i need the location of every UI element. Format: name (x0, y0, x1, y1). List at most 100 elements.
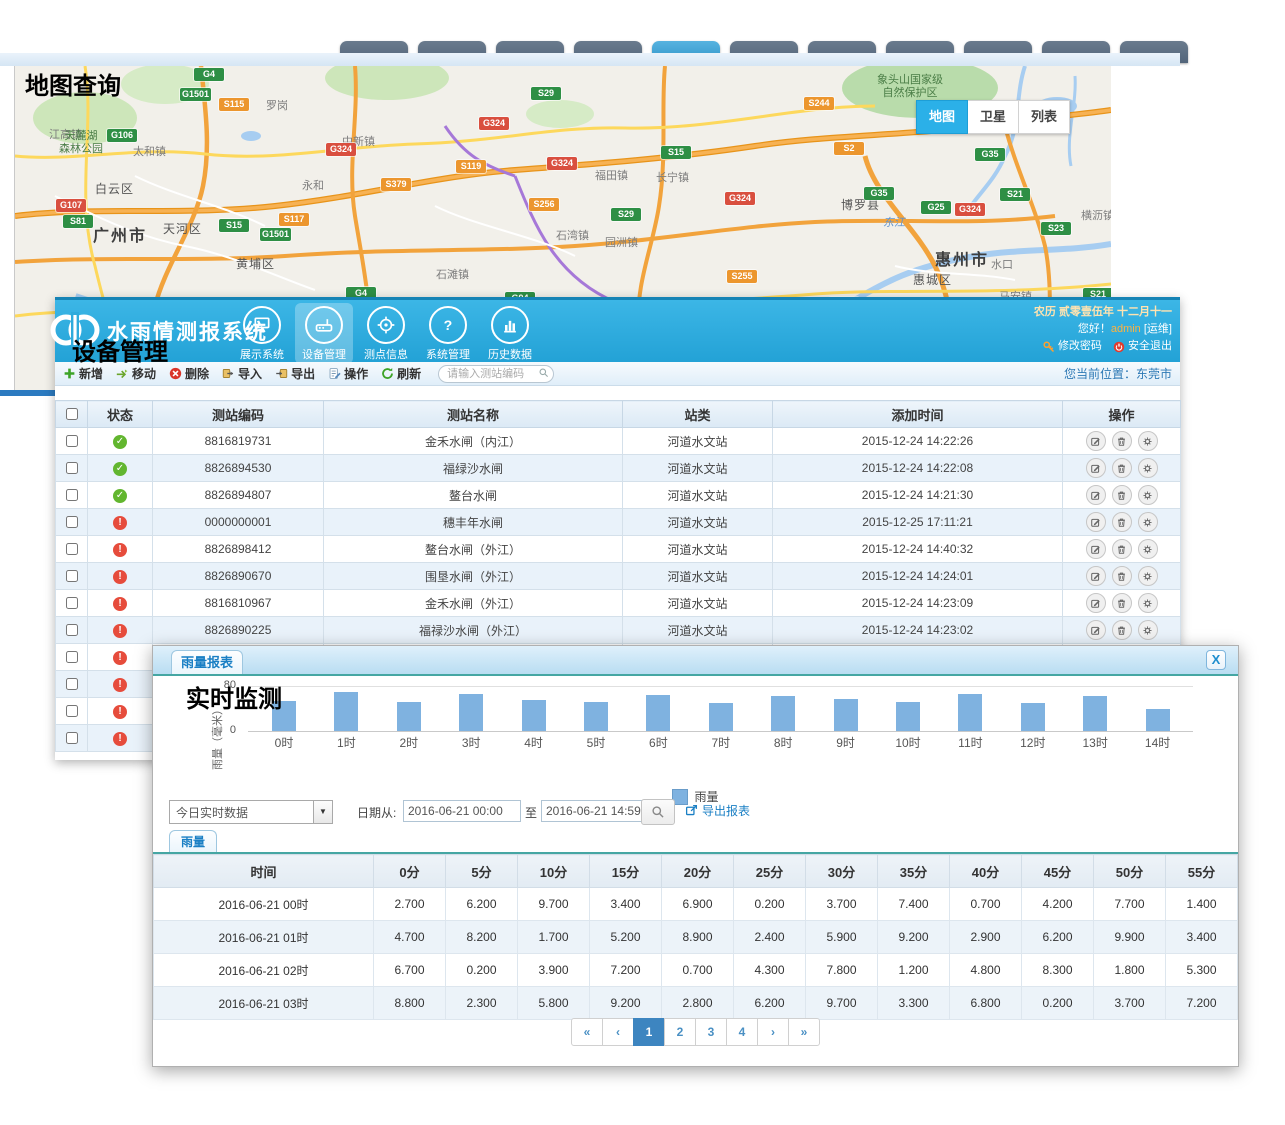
rain-column-header: 30分 (806, 855, 878, 888)
row-checkbox[interactable] (66, 705, 78, 717)
search-icon[interactable] (538, 367, 549, 378)
nav-item-历史数据[interactable]: 历史数据 (481, 303, 539, 364)
edit-button[interactable] (1086, 431, 1106, 451)
config-button[interactable] (1138, 539, 1158, 559)
page-button-3[interactable]: 3 (695, 1018, 727, 1046)
config-button[interactable] (1138, 458, 1158, 478)
nav-item-系统管理[interactable]: ?系统管理 (419, 303, 477, 364)
date-from-input[interactable] (403, 800, 521, 822)
delete-button[interactable] (1112, 431, 1132, 451)
rain-table-cell: 6.800 (950, 987, 1022, 1020)
delete-button[interactable] (1112, 539, 1132, 559)
select-all-checkbox[interactable] (66, 408, 78, 420)
x-tick-label: 8时 (753, 734, 813, 751)
subtab-rain[interactable]: 雨量 (169, 830, 217, 853)
delete-button[interactable] (1112, 458, 1132, 478)
config-button[interactable] (1138, 566, 1158, 586)
row-checkbox[interactable] (66, 651, 78, 663)
row-checkbox[interactable] (66, 543, 78, 555)
row-checkbox[interactable] (66, 489, 78, 501)
export-report-link[interactable]: 导出报表 (685, 802, 750, 819)
delete-button[interactable] (1112, 512, 1132, 532)
edit-icon (1090, 463, 1101, 474)
nav-item-测点信息[interactable]: 测点信息 (357, 303, 415, 364)
row-checkbox[interactable] (66, 516, 78, 528)
config-button[interactable] (1138, 593, 1158, 613)
edit-button[interactable] (1086, 593, 1106, 613)
bar-11时 (958, 694, 982, 731)
change-password-link[interactable]: 修改密码 (1043, 338, 1102, 355)
toolbar-button-导入[interactable]: 导入 (222, 365, 262, 382)
map-view-button[interactable]: 卫星 (968, 100, 1019, 134)
rain-table-cell: 6.200 (446, 888, 518, 921)
next-page-button[interactable]: › (757, 1018, 789, 1046)
config-button[interactable] (1138, 512, 1158, 532)
toolbar-button-删除[interactable]: 删除 (169, 365, 209, 382)
config-button[interactable] (1138, 620, 1158, 640)
data-type-select[interactable]: 今日实时数据 ▼ (169, 800, 333, 824)
config-button[interactable] (1138, 485, 1158, 505)
page-button-1[interactable]: 1 (633, 1018, 665, 1046)
edit-button[interactable] (1086, 539, 1106, 559)
delete-button[interactable] (1112, 485, 1132, 505)
close-icon[interactable]: X (1206, 650, 1226, 670)
tab-rain-report[interactable]: 雨量报表 (171, 650, 243, 675)
nav-item-展示系统[interactable]: 展示系统 (233, 303, 291, 364)
rain-report-window: 雨量报表 X 雨量（毫米） 80 0 0时1时2时3时4时5时6时7时8时9时1… (152, 645, 1239, 1067)
delete-button[interactable] (1112, 620, 1132, 640)
edit-button[interactable] (1086, 512, 1106, 532)
map-view-button[interactable]: 地图 (916, 100, 968, 134)
chevron-down-icon[interactable]: ▼ (313, 801, 332, 823)
logout-link[interactable]: 安全退出 (1113, 338, 1172, 355)
edit-button[interactable] (1086, 620, 1106, 640)
page-button-2[interactable]: 2 (664, 1018, 696, 1046)
user-block: 农历 贰零壹伍年 十二月十一 您好！admin [运维] 修改密码 安全退出 (1034, 304, 1172, 359)
column-header: 测站名称 (324, 401, 623, 428)
rain-column-header: 35分 (878, 855, 950, 888)
row-checkbox[interactable] (66, 570, 78, 582)
config-button[interactable] (1138, 431, 1158, 451)
rain-table-cell: 7.700 (1094, 888, 1166, 921)
question-icon: ? (429, 306, 467, 344)
tab-underline (153, 674, 1238, 676)
bar-9时 (834, 699, 858, 731)
last-page-button[interactable]: » (788, 1018, 820, 1046)
row-checkbox[interactable] (66, 462, 78, 474)
search-button[interactable] (641, 799, 675, 825)
toolbar-button-操作[interactable]: 操作 (328, 365, 368, 382)
page-button-4[interactable]: 4 (726, 1018, 758, 1046)
toolbar-button-新增[interactable]: 新增 (63, 365, 103, 382)
delete-button[interactable] (1112, 593, 1132, 613)
rain-column-header: 10分 (518, 855, 590, 888)
map-label: 长宁镇 (656, 169, 689, 185)
row-checkbox[interactable] (66, 624, 78, 636)
row-checkbox[interactable] (66, 597, 78, 609)
row-checkbox[interactable] (66, 435, 78, 447)
edit-button[interactable] (1086, 566, 1106, 586)
rain-data-table: 时间0分5分10分15分20分25分30分35分40分45分50分55分2016… (153, 854, 1238, 1020)
edit-button[interactable] (1086, 458, 1106, 478)
edit-button[interactable] (1086, 485, 1106, 505)
export-icon (275, 367, 288, 380)
row-checkbox[interactable] (66, 732, 78, 744)
map-label: 象头山国家级自然保护区 (877, 74, 943, 100)
map-label: 天河区 (163, 220, 202, 237)
delete-button[interactable] (1112, 566, 1132, 586)
toolbar-button-移动[interactable]: 移动 (116, 365, 156, 382)
table-row: !8826890670围垦水闸（外江）河道水文站2015-12-24 14:24… (56, 563, 1181, 590)
road-shield: G106 (107, 129, 137, 142)
toolbar-button-刷新[interactable]: 刷新 (381, 365, 421, 382)
row-checkbox[interactable] (66, 678, 78, 690)
rain-table-cell: 5.900 (806, 921, 878, 954)
first-page-button[interactable]: « (571, 1018, 603, 1046)
table-cell: 河道水文站 (623, 482, 773, 509)
station-search-input[interactable] (438, 365, 554, 383)
toolbar-button-导出[interactable]: 导出 (275, 365, 315, 382)
nav-item-设备管理[interactable]: 设备管理 (295, 303, 353, 364)
map-label: 福田镇 (595, 167, 628, 183)
prev-page-button[interactable]: ‹ (602, 1018, 634, 1046)
status-alert-icon: ! (113, 624, 127, 638)
road-shield: S29 (531, 87, 561, 100)
date-from-label: 日期从: (357, 804, 396, 821)
map-view-button[interactable]: 列表 (1019, 100, 1070, 134)
